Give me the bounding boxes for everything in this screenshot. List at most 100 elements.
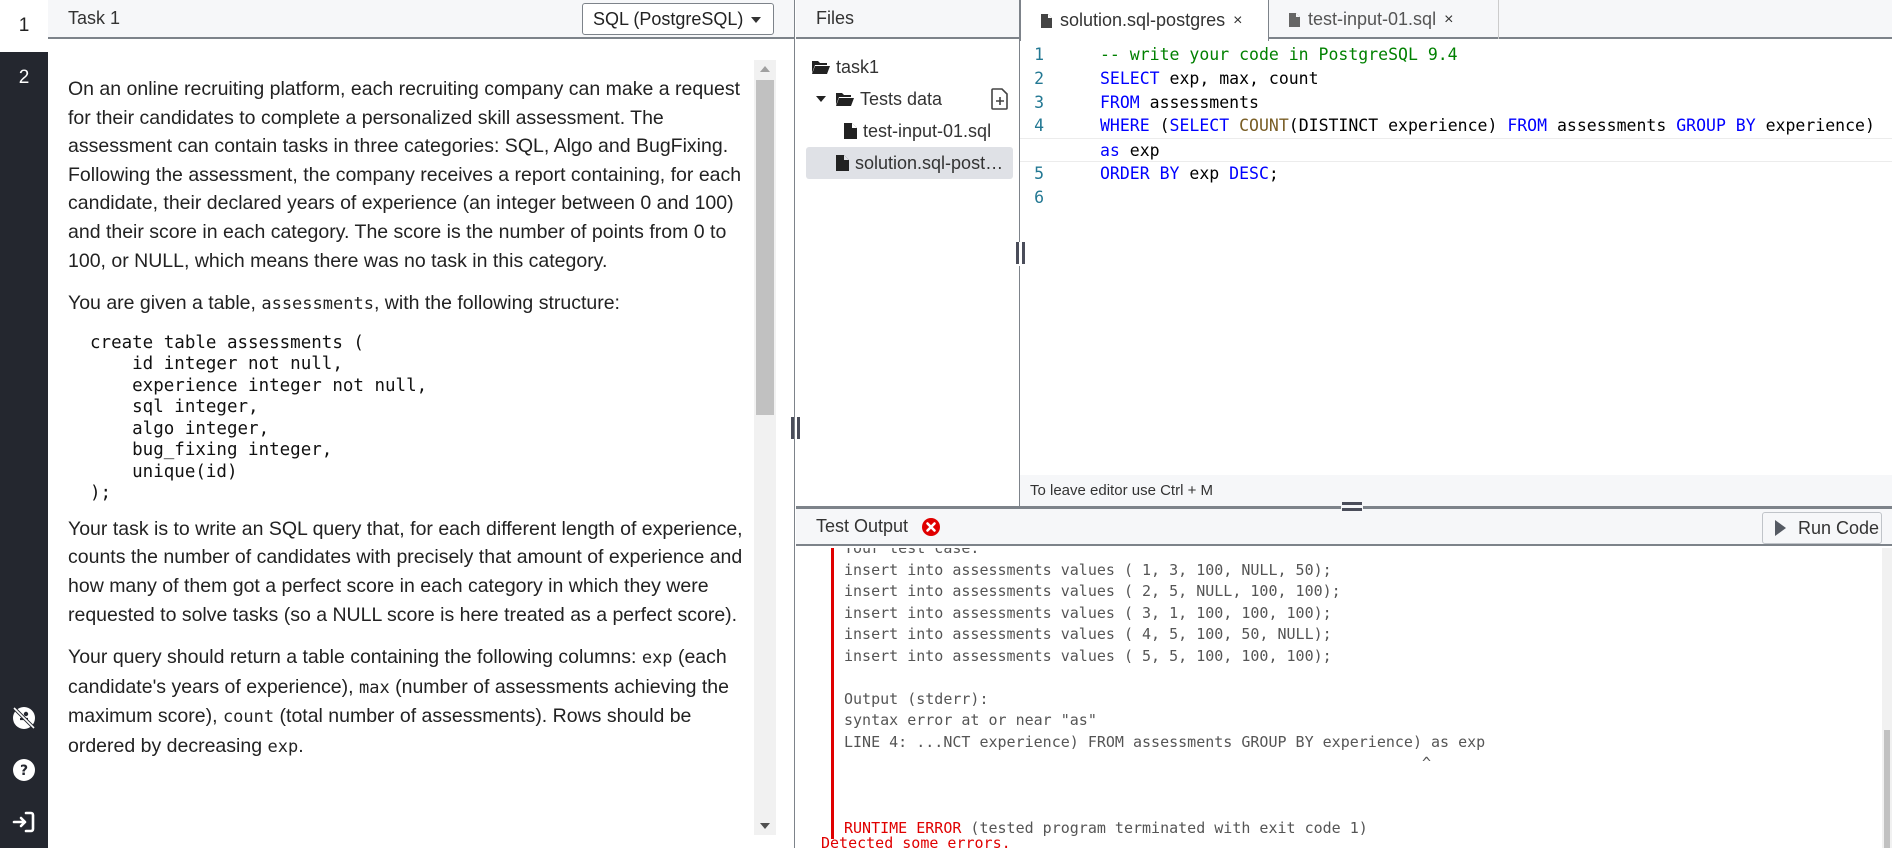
test-output-title: Test Output xyxy=(816,516,909,536)
output-line: Output (stderr): xyxy=(844,689,989,708)
code-token: exp xyxy=(1179,163,1230,183)
output-line: LINE 4: ...NCT experience) FROM assessme… xyxy=(844,732,1486,751)
description-paragraph: You are given a table, assessments, with… xyxy=(68,289,758,319)
code-token: FROM xyxy=(1100,92,1140,112)
code-text: SELECT exp, max, count xyxy=(1068,67,1319,91)
output-line: insert into assessments values ( 1, 3, 1… xyxy=(844,560,1332,579)
text: You are given a table, xyxy=(68,292,262,315)
code-token: ( xyxy=(1149,116,1170,136)
description-paragraph: On an online recruiting platform, each r… xyxy=(68,78,742,272)
tree-folder-task1[interactable]: task1 xyxy=(796,51,1019,83)
output-scrollbar[interactable] xyxy=(1882,548,1892,848)
line-number: 5 xyxy=(1034,163,1044,183)
output-line: insert into assessments values ( 5, 5, 1… xyxy=(844,646,1332,665)
code-token: assessments xyxy=(1547,116,1677,136)
task-scrollbar[interactable] xyxy=(754,60,776,835)
tree-label: task1 xyxy=(836,56,880,77)
output-line: syntax error at or near "as" xyxy=(844,711,1097,729)
close-icon[interactable]: × xyxy=(1233,12,1242,30)
line-number: 2 xyxy=(1034,68,1044,88)
task-description: On an online recruiting platform, each r… xyxy=(48,41,758,848)
inline-code: exp xyxy=(641,648,673,669)
tree-folder-tests-data[interactable]: Tests data xyxy=(796,83,1019,115)
accessibility-off-icon[interactable] xyxy=(0,692,48,744)
editor-status-bar: To leave editor use Ctrl + M xyxy=(1020,475,1892,506)
output-line: insert into assessments values ( 3, 1, 1… xyxy=(844,603,1332,622)
editor-tabs: solution.sql-postgres × test-input-01.sq… xyxy=(1020,0,1892,41)
inline-code: count xyxy=(222,707,275,728)
code-line[interactable]: as exp xyxy=(1020,138,1892,162)
tab-test-input[interactable]: test-input-01.sql × xyxy=(1269,0,1499,39)
language-select[interactable]: SQL (PostgreSQL) xyxy=(582,3,774,35)
code-line[interactable]: 3 FROM assessments xyxy=(1020,91,1892,115)
code-line[interactable]: 1 -- write your code in PostgreSQL 9.4 xyxy=(1020,43,1892,67)
code-text: FROM assessments xyxy=(1068,91,1259,115)
code-area[interactable]: 1 -- write your code in PostgreSQL 9.4 2 SE… xyxy=(1020,41,1892,475)
code-text: WHERE (SELECT COUNT(DISTINCT experience)… xyxy=(1068,114,1875,138)
sign-out-icon[interactable] xyxy=(0,796,48,848)
code-line[interactable]: 4 WHERE (SELECT COUNT(DISTINCT experience… xyxy=(1020,114,1892,138)
tree-file-solution[interactable]: solution.sql-post… xyxy=(806,147,1013,179)
close-icon[interactable]: × xyxy=(1444,11,1453,29)
tab-label: solution.sql-postgres xyxy=(1060,10,1226,30)
scroll-up-icon[interactable] xyxy=(760,66,770,72)
inline-code: max xyxy=(358,677,390,698)
code-token: exp xyxy=(1119,141,1160,161)
inline-code: exp xyxy=(267,736,299,757)
output-line: ^ xyxy=(844,754,1431,772)
folder-open-icon xyxy=(836,92,854,106)
task-panel: Task 1 SQL (PostgreSQL) On an online rec… xyxy=(48,0,795,848)
code-token: (DISTINCT experience) xyxy=(1288,116,1508,136)
test-case-result: Your test case: insert into assessments v… xyxy=(831,548,1485,839)
task-header: Task 1 SQL (PostgreSQL) xyxy=(48,0,794,39)
code-line[interactable]: 6 xyxy=(1020,186,1892,210)
language-select-value: SQL (PostgreSQL) xyxy=(593,8,744,29)
test-output-content: Your test case: insert into assessments v… xyxy=(796,548,1882,848)
nav-task-1[interactable]: 1 xyxy=(0,0,48,52)
output-line: insert into assessments values ( 2, 5, N… xyxy=(844,582,1341,600)
run-code-label: Run Code xyxy=(1798,517,1880,538)
tree-file-test-input[interactable]: test-input-01.sql xyxy=(796,115,1019,147)
tab-solution[interactable]: solution.sql-postgres × xyxy=(1020,0,1269,41)
code-line[interactable]: 5 ORDER BY exp DESC; xyxy=(1020,162,1892,186)
line-number xyxy=(1020,139,1068,161)
play-icon xyxy=(1775,520,1786,536)
scrollbar-thumb[interactable] xyxy=(756,80,774,415)
scrollbar-thumb[interactable] xyxy=(1884,730,1890,848)
tab-label: test-input-01.sql xyxy=(1308,9,1437,29)
code-line[interactable]: 2 SELECT exp, max, count xyxy=(1020,67,1892,91)
add-file-icon[interactable] xyxy=(991,88,1009,115)
scroll-down-icon[interactable] xyxy=(760,823,770,829)
error-status-icon xyxy=(922,517,941,536)
code-token: -- write your code in PostgreSQL 9.4 xyxy=(1100,45,1458,64)
line-number: 6 xyxy=(1034,187,1044,207)
output-line: Your test case: xyxy=(844,548,980,557)
files-editor-splitter[interactable] xyxy=(1013,242,1027,266)
description-paragraph: Your query should return a table contain… xyxy=(68,643,758,761)
tree-label: solution.sql-post… xyxy=(855,152,1004,173)
files-panel: Files task1 Tests data test-input-01.sql… xyxy=(796,0,1020,506)
output-line: insert into assessments values ( 4, 5, 1… xyxy=(844,625,1332,643)
code-token: exp, max, count xyxy=(1159,68,1319,88)
code-text: ORDER BY exp DESC; xyxy=(1068,162,1279,186)
run-code-button[interactable]: Run Code xyxy=(1762,512,1882,544)
file-icon xyxy=(836,155,849,171)
text: . xyxy=(298,734,304,757)
schema-code-block: create table assessments ( id integer no… xyxy=(90,332,428,504)
editor-output-splitter[interactable] xyxy=(1341,500,1363,512)
task-nav: 1 2 ? xyxy=(0,0,48,848)
text: , with the following structure: xyxy=(373,292,620,315)
code-token: assessments xyxy=(1139,92,1259,112)
code-token: ORDER BY xyxy=(1100,163,1180,183)
caret-down-icon xyxy=(816,96,826,102)
svg-text:?: ? xyxy=(20,763,28,779)
code-token: ; xyxy=(1268,163,1279,183)
chevron-down-icon xyxy=(751,17,761,23)
help-icon[interactable]: ? xyxy=(0,744,48,796)
error-summary: Detected some errors. xyxy=(821,834,1011,848)
files-header: Files xyxy=(796,0,1019,39)
nav-task-2[interactable]: 2 xyxy=(0,52,48,104)
